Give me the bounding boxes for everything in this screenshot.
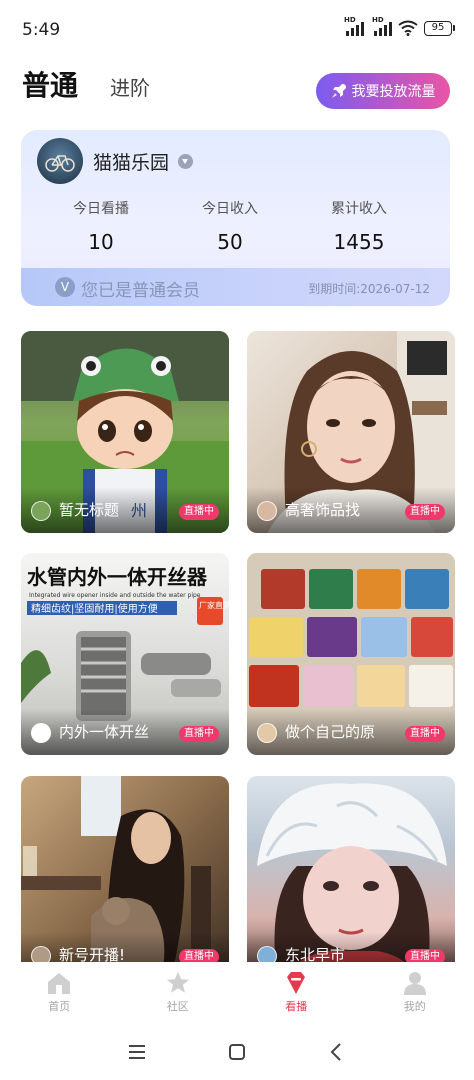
banner-subtitle: Integrated wire opener inside and outsid… <box>29 592 201 599</box>
nav-item-watch[interactable]: 看播 <box>237 962 356 1024</box>
live-badge: 直播中 <box>405 726 445 742</box>
hd-label-2: HD <box>372 16 384 24</box>
nav-item-home[interactable]: 首页 <box>0 962 119 1024</box>
nav-label: 首页 <box>48 1000 71 1013</box>
stream-title: 暂无标题 <box>59 501 120 519</box>
nav-label: 社区 <box>166 1000 189 1013</box>
nav-item-community[interactable]: 社区 <box>119 962 238 1024</box>
stream-card[interactable]: 州 暂无标题 直播中 <box>21 331 229 533</box>
stream-card[interactable]: 新号开播! 直播中 <box>21 776 229 978</box>
user-icon <box>403 972 426 995</box>
account-name[interactable]: 猫猫乐园 <box>93 148 169 175</box>
membership-status: 您已是普通会员 <box>81 281 200 301</box>
live-badge: 直播中 <box>179 726 219 742</box>
stat-today-views: 今日看播 10 <box>31 198 171 254</box>
stream-card[interactable]: 水管内外一体开丝器 Integrated wire opener inside … <box>21 553 229 755</box>
stream-card[interactable]: 高奢饰品找 直播中 <box>247 331 455 533</box>
promote-traffic-button[interactable]: 我要投放流量 <box>316 73 450 109</box>
status-time: 5:49 <box>22 20 61 40</box>
rocket-icon <box>331 84 346 98</box>
promote-traffic-label: 我要投放流量 <box>351 84 436 100</box>
signal-icon-2: HD <box>372 16 392 36</box>
stat-value: 50 <box>217 230 243 254</box>
hd-label: HD <box>344 16 356 24</box>
member-card: 猫猫乐园 今日看播 10 今日收入 50 累计收入 1455 V 您已是普通会员… <box>21 130 450 306</box>
account-avatar[interactable] <box>37 138 83 184</box>
stat-label: 累计收入 <box>331 201 387 217</box>
tab-normal[interactable]: 普通 <box>22 64 78 104</box>
streamer-avatar <box>31 501 51 521</box>
bottom-nav: 首页 社区 看播 我的 <box>0 962 474 1024</box>
expiry-date: 到期时间:2026-07-12 <box>308 282 430 296</box>
stream-title: 高奢饰品找 <box>285 501 361 519</box>
nav-label: 看播 <box>285 1000 308 1013</box>
menu-icon[interactable] <box>127 1042 147 1062</box>
live-badge: 直播中 <box>405 504 445 520</box>
live-badge: 直播中 <box>179 504 219 520</box>
back-icon[interactable] <box>327 1042 347 1062</box>
membership-bar: V 您已是普通会员 到期时间:2026-07-12 <box>21 268 450 306</box>
home-square-icon[interactable] <box>227 1042 247 1062</box>
wifi-icon <box>398 20 418 36</box>
home-icon <box>48 973 71 994</box>
stream-card[interactable]: 做个自己的原 直播中 <box>247 553 455 755</box>
stat-total-income: 累计收入 1455 <box>289 198 429 254</box>
banner-title: 水管内外一体开丝器 <box>27 565 208 589</box>
chevron-down-icon[interactable] <box>178 154 193 169</box>
bicycle-icon <box>45 155 75 172</box>
streamer-avatar <box>257 501 277 521</box>
battery-icon: 95 <box>424 20 455 36</box>
streamer-avatar <box>31 723 51 743</box>
nav-label: 我的 <box>403 1000 426 1013</box>
stream-card[interactable]: 东北早市 直播中 <box>247 776 455 978</box>
status-icons: HD HD 95 <box>344 16 455 36</box>
streamer-avatar <box>257 723 277 743</box>
live-viewer-page: 5:49 HD HD 95 普通 进阶 我要投放流量 猫猫乐园 今日看播 10 … <box>0 0 474 1080</box>
status-bar: 5:49 HD HD 95 <box>0 0 474 60</box>
stream-title: 做个自己的原 <box>285 723 376 741</box>
stat-value: 10 <box>88 230 114 254</box>
stat-today-income: 今日收入 50 <box>160 198 300 254</box>
vip-icon: V <box>55 277 75 297</box>
stream-title: 内外一体开丝 <box>59 723 150 741</box>
stat-label: 今日收入 <box>202 201 258 217</box>
stat-value: 1455 <box>333 230 385 254</box>
banner-features: 精细齿纹|坚固耐用|使用方便 <box>31 602 158 615</box>
banner-tag: 厂家直销 <box>199 600 229 610</box>
mode-tabs: 普通 进阶 <box>22 64 150 104</box>
system-nav-bar <box>0 1024 474 1080</box>
signal-icon: HD <box>344 16 364 36</box>
gem-icon <box>287 972 306 994</box>
star-icon <box>166 972 189 993</box>
tab-advanced[interactable]: 进阶 <box>110 72 150 104</box>
stat-label: 今日看播 <box>73 201 129 217</box>
nav-item-me[interactable]: 我的 <box>356 962 474 1024</box>
